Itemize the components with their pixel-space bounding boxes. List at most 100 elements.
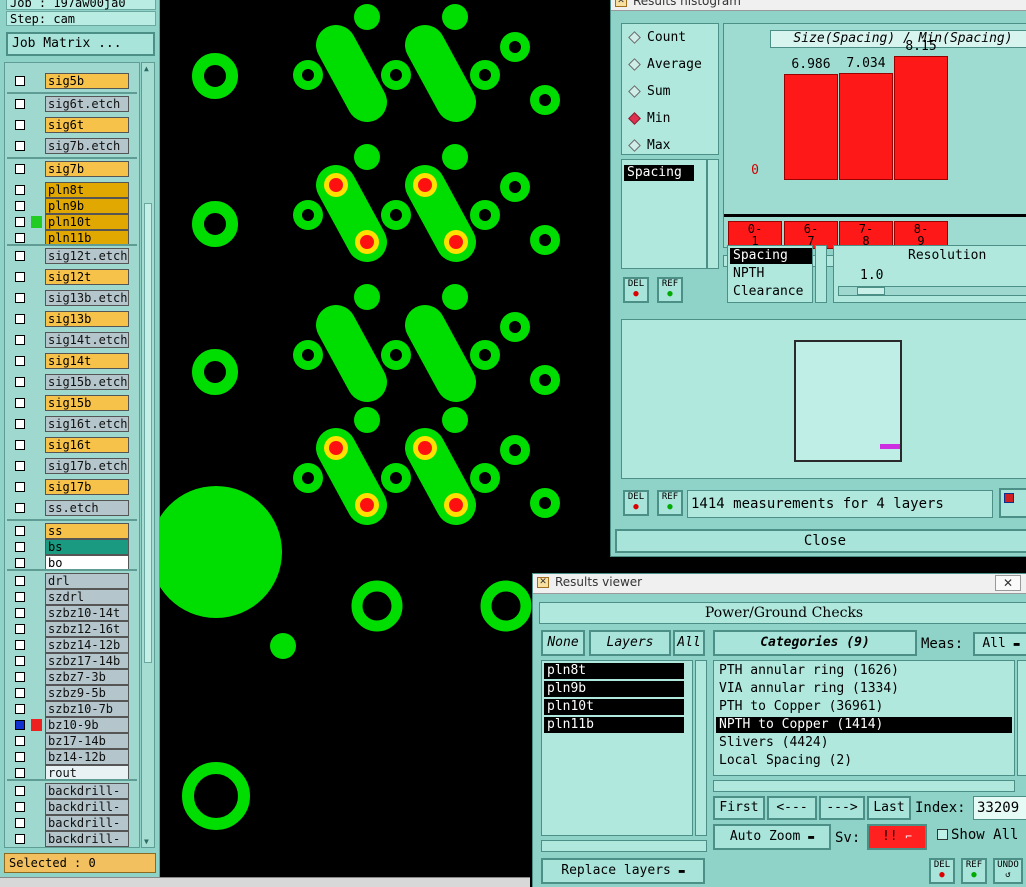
category-item[interactable]: PTH to Copper (36961): [716, 699, 1012, 715]
layer-name[interactable]: szbz9-5b: [45, 685, 129, 701]
layer-color-marker[interactable]: [31, 719, 42, 731]
layer-name[interactable]: sig12t.etch: [45, 248, 129, 264]
layer-checkbox[interactable]: [15, 377, 25, 387]
meas-dropdown[interactable]: All ▬: [973, 632, 1026, 656]
layer-name[interactable]: sig15b.etch: [45, 374, 129, 390]
viewer-close-icon[interactable]: ✕: [995, 575, 1021, 591]
layer-name[interactable]: ss: [45, 523, 129, 539]
layer-checkbox[interactable]: [15, 233, 25, 243]
layer-row[interactable]: ss.etch: [7, 500, 139, 516]
layer-row[interactable]: sig12t: [7, 269, 139, 285]
category-list[interactable]: PTH annular ring (1626) VIA annular ring…: [713, 660, 1015, 776]
mode-min[interactable]: Min: [628, 111, 670, 126]
category-item[interactable]: PTH annular ring (1626): [716, 663, 1012, 679]
layer-results-scrollbar[interactable]: [695, 660, 707, 836]
layer-name[interactable]: sig15b: [45, 395, 129, 411]
layer-checkbox[interactable]: [15, 672, 25, 682]
layer-name[interactable]: sig7b.etch: [45, 138, 129, 154]
category-item-selected[interactable]: NPTH to Copper (1414): [716, 717, 1012, 733]
layer-name[interactable]: sig16t: [45, 437, 129, 453]
layer-row[interactable]: sig16t: [7, 437, 139, 453]
layer-row[interactable]: backdrill-: [7, 783, 139, 799]
layer-name[interactable]: sig6t.etch: [45, 96, 129, 112]
index-input[interactable]: 33209: [973, 796, 1026, 820]
layer-name[interactable]: pln8t: [45, 182, 129, 198]
layer-name[interactable]: backdrill-: [45, 831, 129, 847]
hist-del-button[interactable]: DEL ●: [623, 277, 649, 303]
layer-name[interactable]: szbz10-7b: [45, 701, 129, 717]
measure-list[interactable]: Spacing: [621, 159, 707, 269]
category-item[interactable]: Slivers (4424): [716, 735, 1012, 751]
layer-name[interactable]: sig6t: [45, 117, 129, 133]
layer-checkbox[interactable]: [15, 818, 25, 828]
layer-row[interactable]: szbz17-14b: [7, 653, 139, 669]
layer-checkbox[interactable]: [15, 440, 25, 450]
layer-name[interactable]: sig13b.etch: [45, 290, 129, 306]
layer-row[interactable]: szbz7-3b: [7, 669, 139, 685]
layer-name[interactable]: sig16t.etch: [45, 416, 129, 432]
layers-all-button[interactable]: All: [673, 630, 705, 656]
layer-row[interactable]: pln8t: [7, 182, 139, 198]
layer-row[interactable]: sig17b: [7, 479, 139, 495]
layer-row[interactable]: drl: [7, 573, 139, 589]
auto-zoom-dropdown[interactable]: Auto Zoom ▬: [713, 824, 831, 850]
layer-row[interactable]: bz10-9b: [7, 717, 139, 733]
histogram-bar[interactable]: [839, 73, 893, 180]
layer-name[interactable]: szbz17-14b: [45, 653, 129, 669]
layer-name[interactable]: sig17b: [45, 479, 129, 495]
slider-thumb[interactable]: [857, 287, 885, 295]
layer-name[interactable]: ss.etch: [45, 500, 129, 516]
layer-checkbox[interactable]: [15, 503, 25, 513]
layer-checkbox[interactable]: [15, 752, 25, 762]
layer-row[interactable]: sig6t: [7, 117, 139, 133]
layer-checkbox[interactable]: [15, 185, 25, 195]
layer-checkbox[interactable]: [15, 720, 25, 730]
layer-row[interactable]: szbz10-14t: [7, 605, 139, 621]
layer-name[interactable]: backdrill-: [45, 799, 129, 815]
layer-checkbox[interactable]: [15, 293, 25, 303]
layer-name[interactable]: sig12t: [45, 269, 129, 285]
layer-checkbox[interactable]: [15, 736, 25, 746]
layer-name[interactable]: sig14t: [45, 353, 129, 369]
layer-checkbox[interactable]: [15, 526, 25, 536]
hist-ref-button[interactable]: REF ●: [657, 277, 683, 303]
layer-row[interactable]: bs: [7, 539, 139, 555]
scroll-down-icon[interactable]: ▼: [144, 837, 149, 846]
measure-type-spacing[interactable]: Spacing: [730, 248, 812, 264]
layer-name[interactable]: sig13b: [45, 311, 129, 327]
measure-type-list[interactable]: Spacing NPTH Clearance: [727, 245, 813, 303]
layer-checkbox[interactable]: [15, 461, 25, 471]
layer-checkbox[interactable]: [15, 314, 25, 324]
layer-name[interactable]: bz10-9b: [45, 717, 129, 733]
layer-checkbox[interactable]: [15, 768, 25, 778]
layer-checkbox[interactable]: [15, 335, 25, 345]
layer-list[interactable]: sig5b sig6t.etch sig6t sig7b.etch sig7b pln8t…: [4, 62, 140, 848]
measure-item-spacing[interactable]: Spacing: [624, 165, 694, 181]
measure-type-npth[interactable]: NPTH: [730, 266, 812, 282]
prev-button[interactable]: <---: [767, 796, 817, 820]
layer-row[interactable]: szbz12-16t: [7, 621, 139, 637]
layer-row[interactable]: sig13b.etch: [7, 290, 139, 306]
layer-checkbox[interactable]: [15, 656, 25, 666]
layer-row[interactable]: bz14-12b: [7, 749, 139, 765]
layer-checkbox[interactable]: [15, 576, 25, 586]
layer-row[interactable]: szbz10-7b: [7, 701, 139, 717]
layer-row[interactable]: szbz9-5b: [7, 685, 139, 701]
layer-row[interactable]: szbz14-12b: [7, 637, 139, 653]
layer-row[interactable]: sig14t.etch: [7, 332, 139, 348]
category-item[interactable]: VIA annular ring (1334): [716, 681, 1012, 697]
layer-row[interactable]: sig16t.etch: [7, 416, 139, 432]
show-all-checkbox[interactable]: [937, 829, 948, 840]
layer-name[interactable]: szbz14-12b: [45, 637, 129, 653]
layer-row[interactable]: backdrill-: [7, 815, 139, 831]
layer-name[interactable]: drl: [45, 573, 129, 589]
last-button[interactable]: Last: [867, 796, 911, 820]
layer-name[interactable]: backdrill-: [45, 783, 129, 799]
layer-row[interactable]: backdrill-: [7, 831, 139, 847]
layer-name[interactable]: szdrl: [45, 589, 129, 605]
layer-checkbox[interactable]: [15, 688, 25, 698]
layer-name[interactable]: pln10t: [45, 214, 129, 230]
layer-checkbox[interactable]: [15, 201, 25, 211]
measure-list-scrollbar[interactable]: [707, 159, 719, 269]
first-button[interactable]: First: [713, 796, 765, 820]
